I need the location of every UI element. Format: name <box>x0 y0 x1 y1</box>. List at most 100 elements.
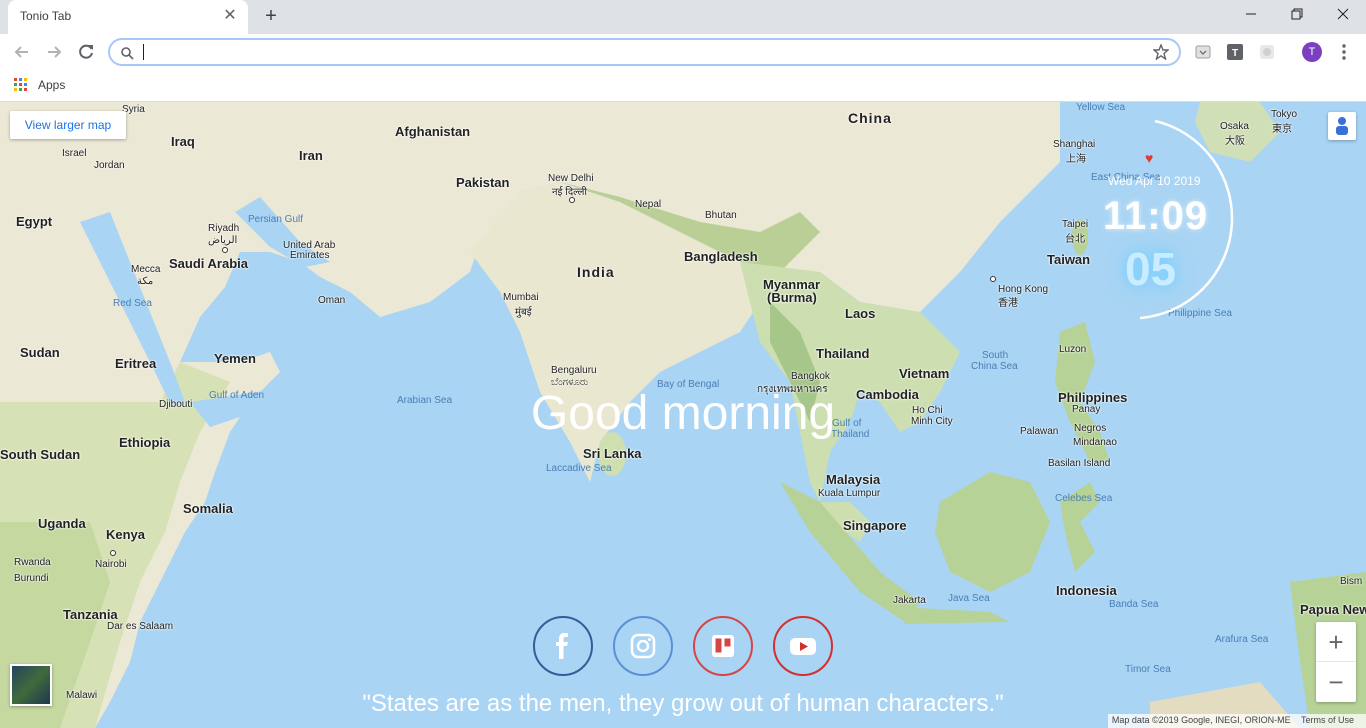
map-label: Nepal <box>635 199 662 210</box>
map-label: Arafura Sea <box>1215 634 1269 645</box>
map-label: Jakarta <box>893 595 926 606</box>
map-label: Shanghai <box>1053 139 1096 150</box>
map-label: Sudan <box>20 345 60 360</box>
youtube-icon <box>790 638 816 655</box>
instagram-button[interactable] <box>613 616 673 676</box>
map-label: Dar es Salaam <box>107 621 174 632</box>
tab-title: Tonio Tab <box>20 9 72 23</box>
map-label: New Delhi <box>548 173 594 184</box>
map-label: Banda Sea <box>1109 599 1159 610</box>
map-label: Timor Sea <box>1125 664 1171 675</box>
map-label: Uganda <box>38 516 86 531</box>
map-label: Bangkok <box>791 371 830 382</box>
map-label: Jordan <box>94 160 125 171</box>
map-label: Bengaluru <box>551 365 597 376</box>
minimize-icon <box>1246 13 1256 15</box>
map-label: Bangladesh <box>684 249 758 264</box>
zoom-in-button[interactable]: + <box>1316 622 1356 662</box>
street-view-pegman-button[interactable] <box>1328 112 1356 140</box>
map-label: मुंबई <box>515 307 532 318</box>
map-label: Kuala Lumpur <box>818 488 881 499</box>
map-label: 上海 <box>1066 154 1086 165</box>
city-dot <box>569 197 575 203</box>
map-label: Pakistan <box>456 175 510 190</box>
map-label: Tanzania <box>63 607 118 622</box>
tab-strip: Tonio Tab ✕ + <box>0 0 1366 34</box>
forward-button[interactable] <box>42 40 66 64</box>
close-window-icon <box>1337 8 1349 20</box>
youtube-button[interactable] <box>773 616 833 676</box>
address-bar[interactable] <box>108 38 1181 66</box>
map-label: Burundi <box>14 573 49 584</box>
close-tab-icon[interactable]: ✕ <box>222 8 238 24</box>
city-dot <box>990 276 996 282</box>
apps-bookmark[interactable]: Apps <box>38 78 65 92</box>
map-label: مكة <box>137 276 154 287</box>
apps-grid-icon[interactable] <box>14 78 28 92</box>
address-input[interactable] <box>142 43 1142 61</box>
map-label: Bism <box>1340 576 1363 587</box>
clock-seconds: 05 <box>1125 243 1177 295</box>
map-label: Singapore <box>843 518 907 533</box>
minimize-button[interactable] <box>1228 0 1274 30</box>
reload-button[interactable] <box>74 40 98 64</box>
map-label: Papua New <box>1300 602 1366 617</box>
facebook-icon <box>556 633 568 659</box>
browser-toolbar: T T <box>0 34 1366 70</box>
profile-avatar[interactable]: T <box>1302 42 1322 62</box>
puzzle-extension-icon[interactable] <box>1259 44 1275 60</box>
trello-button[interactable] <box>693 616 753 676</box>
map-label: India <box>577 264 615 280</box>
tab-tonio-tab[interactable]: Tonio Tab ✕ <box>8 0 248 34</box>
map-label: China <box>848 110 892 126</box>
pocket-extension-icon[interactable] <box>1195 44 1211 60</box>
bookmark-star-icon[interactable] <box>1153 44 1169 60</box>
svg-text:T: T <box>1232 48 1238 59</box>
map-label: Saudi Arabia <box>169 256 248 271</box>
map-label: Thailand <box>816 346 870 361</box>
map-label: Afghanistan <box>395 124 471 139</box>
close-window-button[interactable] <box>1320 0 1366 30</box>
map-label: Luzon <box>1059 344 1087 355</box>
map-label: Yellow Sea <box>1076 102 1126 113</box>
map-label: 東京 <box>1272 124 1292 135</box>
map-label: الرياض <box>208 235 238 246</box>
back-arrow-icon <box>14 46 28 58</box>
view-larger-map-link[interactable]: View larger map <box>10 111 126 139</box>
new-tab-page: Syria Iraq Israel Jordan Egypt Iran Afgh… <box>0 102 1366 728</box>
map-label: Taipei <box>1062 219 1089 230</box>
new-tab-button[interactable]: + <box>260 6 282 28</box>
map-label: Israel <box>62 148 87 159</box>
map-label: Indonesia <box>1056 583 1117 598</box>
map-label: Laos <box>845 306 876 321</box>
map-label: 台北 <box>1065 234 1085 245</box>
facebook-button[interactable] <box>533 616 593 676</box>
map-label: Egypt <box>16 214 53 229</box>
pegman-icon <box>1336 117 1348 135</box>
map-label: Mecca <box>131 264 161 275</box>
tonio-tab-extension-icon[interactable]: T <box>1227 44 1243 60</box>
map-label: South Sudan <box>0 447 81 462</box>
map-label: नई दिल्ली <box>552 187 588 198</box>
restore-icon <box>1291 8 1303 20</box>
map-label: Riyadh <box>208 223 240 234</box>
map-label: Vietnam <box>899 366 950 381</box>
map-label: Malaysia <box>826 472 881 487</box>
back-button[interactable] <box>10 40 34 64</box>
bookmarks-bar: Apps <box>0 70 1366 102</box>
restore-button[interactable] <box>1274 0 1320 30</box>
map-label: Java Sea <box>948 593 990 604</box>
search-icon <box>121 47 134 60</box>
more-menu-icon[interactable] <box>1336 42 1352 62</box>
map-label: Emirates <box>290 250 330 261</box>
map-label: Mumbai <box>503 292 539 303</box>
map-label: Yemen <box>214 351 256 366</box>
clock-time: 11:09 <box>1103 194 1209 238</box>
greeting-text: Good morning <box>530 387 836 440</box>
city-dot <box>110 550 116 556</box>
map-label: Taiwan <box>1047 252 1091 267</box>
map-label: Somalia <box>183 501 233 516</box>
heart-icon[interactable]: ♥ <box>1145 150 1153 166</box>
map-label: Laccadive Sea <box>546 463 612 474</box>
map-label: 香港 <box>998 298 1018 309</box>
